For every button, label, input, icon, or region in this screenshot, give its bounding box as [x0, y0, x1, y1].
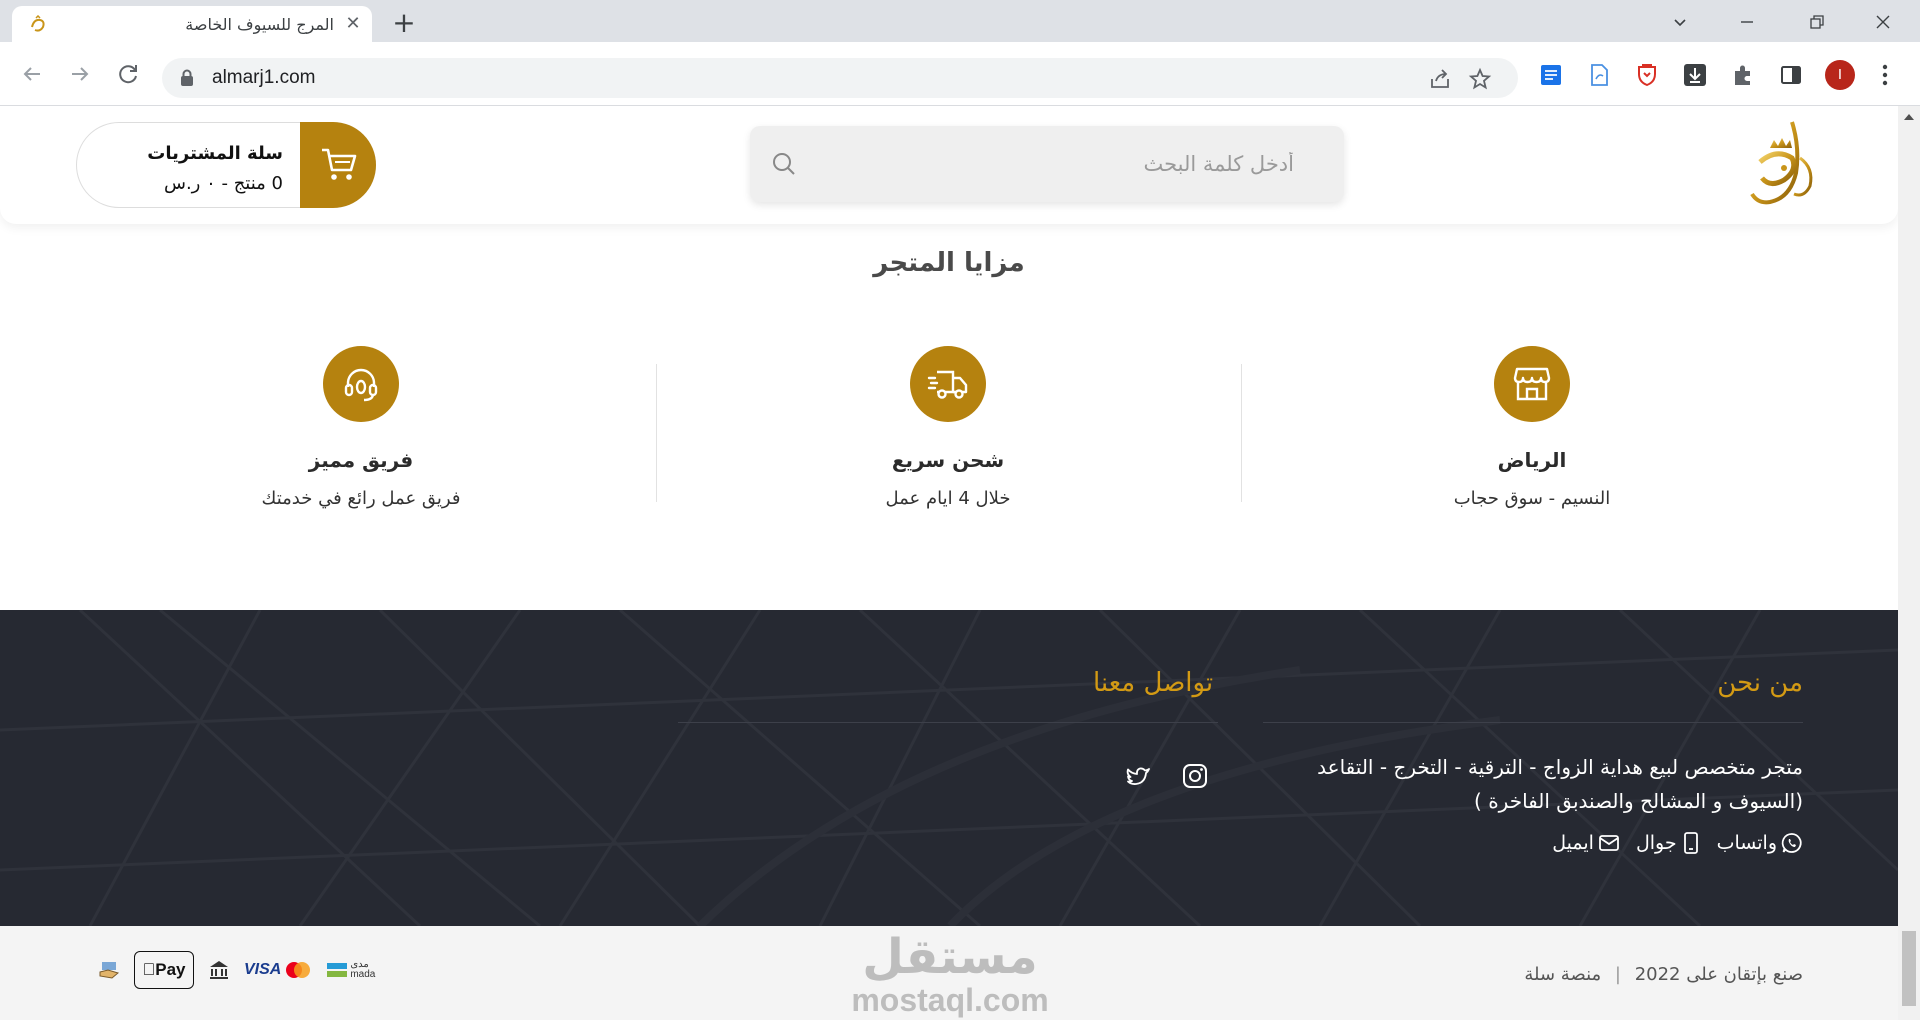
- instagram-icon[interactable]: [1181, 762, 1209, 790]
- mobile-label: جوال: [1635, 832, 1677, 854]
- support-headset-icon: [323, 346, 399, 422]
- extension-shield-icon[interactable]: [1634, 62, 1660, 88]
- mostaql-watermark: مستقل mostaql.com: [830, 930, 1070, 1018]
- copyright-separator: |: [1614, 964, 1621, 985]
- browser-tab[interactable]: المرج للسيوف الخاصة ✕: [12, 6, 372, 42]
- bank-transfer-icon: [210, 961, 228, 979]
- minimize-icon[interactable]: [1730, 8, 1764, 36]
- tab-title: المرج للسيوف الخاصة: [185, 15, 334, 34]
- feature-team: فريق مميز فريق عمل رائع في خدمتك: [68, 346, 654, 526]
- page-scrollbar[interactable]: [1898, 106, 1920, 1020]
- scrollbar-thumb[interactable]: [1902, 931, 1916, 1006]
- restore-icon[interactable]: [1800, 8, 1834, 36]
- bookmark-star-icon[interactable]: [1468, 67, 1492, 91]
- mada-badge: مدى mada: [327, 960, 375, 980]
- browser-menu-icon[interactable]: [1880, 62, 1890, 88]
- twitter-icon[interactable]: [1124, 762, 1152, 790]
- site-footer: من نحن تواصل معنا متجر متخصص لبيع هداية …: [0, 610, 1898, 926]
- about-text: متجر متخصص لبيع هداية الزواج - الترقية -…: [1317, 755, 1803, 813]
- tab-search-chevron-icon[interactable]: [1663, 8, 1697, 36]
- email-link[interactable]: ايميل: [1552, 832, 1620, 854]
- store-logo[interactable]: [1740, 118, 1828, 210]
- feature-divider: [1241, 364, 1242, 502]
- shipping-truck-icon: [910, 346, 986, 422]
- close-window-icon[interactable]: [1866, 8, 1900, 36]
- salla-platform-link[interactable]: منصة سلة: [1524, 964, 1601, 985]
- forward-arrow-icon[interactable]: [66, 60, 94, 88]
- watermark-arabic: مستقل: [862, 929, 1038, 985]
- feature-divider: [656, 364, 657, 502]
- reload-icon[interactable]: [114, 60, 142, 88]
- whatsapp-icon: [1781, 833, 1802, 853]
- payment-methods: Pay VISA مدى mada: [98, 950, 375, 990]
- feature-title: فريق مميز: [308, 448, 414, 472]
- new-tab-button[interactable]: +: [390, 9, 418, 38]
- share-icon[interactable]: [1428, 67, 1452, 91]
- feature-title: الرياض: [1497, 448, 1567, 472]
- apple-icon: : [143, 960, 156, 980]
- mobile-phone-icon: [1683, 832, 1698, 854]
- features-title: مزايا المتجر: [873, 248, 1025, 278]
- about-title: من نحن: [1717, 668, 1803, 698]
- site-favicon-icon: [31, 15, 45, 32]
- extension-docs-icon[interactable]: [1538, 62, 1564, 88]
- lock-icon[interactable]: [180, 69, 194, 87]
- address-bar[interactable]: almarj1.com: [162, 58, 1518, 98]
- extension-download-icon[interactable]: [1682, 62, 1708, 88]
- cart-title: سلة المشتريات: [147, 143, 283, 164]
- feature-shipping: شحن سريع خلال 4 ايام عمل: [655, 346, 1241, 526]
- apple-pay-badge: Pay: [134, 951, 194, 989]
- contact-title: تواصل معنا: [1093, 668, 1214, 698]
- footer-bottom-bar: صنع بإتقان على 2022 | منصة سلة مستقل mos…: [0, 926, 1898, 1020]
- side-panel-icon[interactable]: [1778, 62, 1804, 88]
- email-label: ايميل: [1552, 832, 1594, 854]
- cart-button[interactable]: [300, 122, 376, 208]
- visa-mastercard-badge: VISA: [244, 961, 313, 979]
- contact-links: واتساب جوال ايميل: [1552, 832, 1803, 854]
- mada-icon: [327, 963, 348, 977]
- feature-title: شحن سريع: [891, 448, 1005, 472]
- whatsapp-link[interactable]: واتساب: [1717, 832, 1803, 854]
- browser-tab-bar: المرج للسيوف الخاصة ✕ +: [0, 0, 1920, 42]
- site-header: سلة المشتريات 0 منتج - ٠ ر.س: [0, 106, 1898, 224]
- profile-avatar[interactable]: I: [1825, 60, 1855, 90]
- cash-payment-icon: [99, 962, 120, 979]
- copyright-year: 2022: [1634, 964, 1681, 985]
- feature-location: الرياض النسيم - سوق حجاب: [1239, 346, 1825, 526]
- tab-close-icon[interactable]: ✕: [342, 13, 364, 35]
- scroll-up-arrow-icon[interactable]: [1904, 114, 1914, 120]
- search-input[interactable]: [820, 148, 1294, 180]
- about-underline: [1263, 722, 1803, 723]
- extension-file-icon[interactable]: [1586, 62, 1612, 88]
- extensions-puzzle-icon[interactable]: [1730, 62, 1756, 88]
- store-icon: [1494, 346, 1570, 422]
- browser-toolbar: almarj1.com I: [0, 42, 1920, 106]
- url-text[interactable]: almarj1.com: [212, 67, 315, 89]
- contact-underline: [678, 722, 1218, 723]
- copyright-made: صنع بإتقان على: [1686, 964, 1803, 985]
- back-arrow-icon[interactable]: [18, 60, 46, 88]
- mobile-link[interactable]: جوال: [1636, 832, 1701, 854]
- search-box[interactable]: [750, 126, 1344, 202]
- visa-label: VISA: [244, 961, 282, 978]
- feature-desc: خلال 4 ايام عمل: [885, 488, 1011, 509]
- search-icon[interactable]: [770, 150, 798, 178]
- mastercard-icon: [286, 962, 311, 978]
- cart-summary: 0 منتج - ٠ ر.س: [163, 173, 283, 194]
- email-icon: [1599, 835, 1619, 851]
- feature-desc: فريق عمل رائع في خدمتك: [261, 488, 461, 509]
- page-viewport: سلة المشتريات 0 منتج - ٠ ر.س مزايا المتج…: [0, 106, 1898, 1020]
- copyright: صنع بإتقان على 2022 | منصة سلة: [1524, 964, 1803, 985]
- feature-desc: النسيم - سوق حجاب: [1453, 488, 1611, 509]
- watermark-english: mostaql.com: [851, 982, 1049, 1018]
- shopping-cart-icon: [322, 148, 357, 180]
- mada-english: mada: [350, 969, 376, 980]
- whatsapp-label: واتساب: [1716, 832, 1777, 854]
- cart-widget[interactable]: سلة المشتريات 0 منتج - ٠ ر.س: [76, 122, 376, 208]
